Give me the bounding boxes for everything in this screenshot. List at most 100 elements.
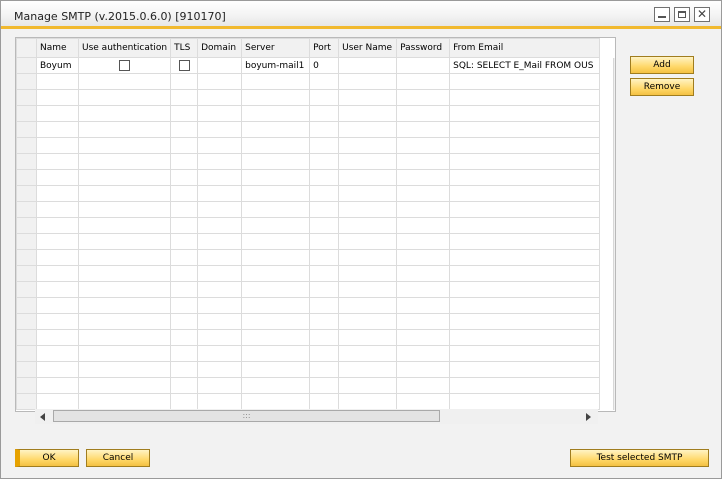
column-header-name[interactable]: Name [36, 38, 79, 58]
row-header[interactable] [16, 137, 37, 154]
empty-cell[interactable] [170, 265, 199, 282]
empty-row[interactable] [16, 105, 601, 122]
empty-cell[interactable] [36, 265, 79, 282]
empty-cell[interactable] [197, 329, 243, 346]
column-header-tls[interactable]: TLS [170, 38, 199, 58]
empty-cell[interactable] [309, 201, 340, 218]
empty-cell[interactable] [36, 233, 79, 250]
empty-cell[interactable] [77, 185, 172, 202]
empty-cell[interactable] [396, 217, 451, 234]
empty-cell[interactable] [338, 73, 398, 90]
empty-cell[interactable] [36, 89, 79, 106]
empty-cell[interactable] [449, 169, 601, 186]
empty-cell[interactable] [197, 281, 243, 298]
empty-cell[interactable] [36, 393, 79, 410]
row-header[interactable] [16, 185, 37, 202]
empty-cell[interactable] [309, 121, 340, 138]
empty-cell[interactable] [241, 297, 311, 314]
empty-cell[interactable] [241, 105, 311, 122]
empty-cell[interactable] [36, 105, 79, 122]
empty-cell[interactable] [77, 153, 172, 170]
empty-cell[interactable] [309, 345, 340, 362]
empty-cell[interactable] [77, 361, 172, 378]
empty-cell[interactable] [241, 169, 311, 186]
empty-cell[interactable] [309, 105, 340, 122]
empty-cell[interactable] [396, 329, 451, 346]
empty-cell[interactable] [197, 217, 243, 234]
empty-row[interactable] [16, 153, 601, 170]
remove-button[interactable]: Remove [630, 78, 694, 96]
empty-cell[interactable] [338, 265, 398, 282]
empty-cell[interactable] [449, 233, 601, 250]
empty-cell[interactable] [241, 153, 311, 170]
empty-cell[interactable] [77, 89, 172, 106]
empty-cell[interactable] [241, 377, 311, 394]
empty-cell[interactable] [241, 281, 311, 298]
empty-cell[interactable] [77, 201, 172, 218]
empty-cell[interactable] [338, 233, 398, 250]
empty-cell[interactable] [396, 73, 451, 90]
empty-cell[interactable] [170, 345, 199, 362]
empty-cell[interactable] [77, 345, 172, 362]
empty-cell[interactable] [338, 89, 398, 106]
empty-cell[interactable] [197, 89, 243, 106]
empty-cell[interactable] [396, 393, 451, 410]
empty-row[interactable] [16, 201, 601, 218]
empty-row[interactable] [16, 89, 601, 106]
empty-cell[interactable] [77, 377, 172, 394]
row-header[interactable] [16, 217, 37, 234]
empty-cell[interactable] [309, 233, 340, 250]
empty-cell[interactable] [77, 105, 172, 122]
empty-cell[interactable] [338, 329, 398, 346]
ok-button[interactable]: OK [15, 449, 79, 467]
cell-name[interactable]: Boyum [36, 57, 79, 74]
empty-cell[interactable] [36, 121, 79, 138]
empty-cell[interactable] [309, 297, 340, 314]
empty-cell[interactable] [449, 361, 601, 378]
empty-row[interactable] [16, 393, 601, 410]
empty-cell[interactable] [170, 185, 199, 202]
empty-cell[interactable] [36, 185, 79, 202]
empty-cell[interactable] [170, 313, 199, 330]
empty-cell[interactable] [170, 361, 199, 378]
empty-cell[interactable] [309, 217, 340, 234]
empty-cell[interactable] [309, 137, 340, 154]
empty-cell[interactable] [197, 233, 243, 250]
empty-cell[interactable] [309, 377, 340, 394]
use-authentication-checkbox[interactable] [119, 60, 131, 71]
empty-cell[interactable] [170, 105, 199, 122]
column-header-password[interactable]: Password [396, 38, 451, 58]
empty-cell[interactable] [396, 249, 451, 266]
row-header[interactable] [16, 345, 37, 362]
empty-cell[interactable] [338, 281, 398, 298]
cancel-button[interactable]: Cancel [86, 449, 150, 467]
empty-cell[interactable] [396, 121, 451, 138]
empty-cell[interactable] [396, 361, 451, 378]
empty-cell[interactable] [77, 121, 172, 138]
empty-cell[interactable] [396, 233, 451, 250]
empty-row[interactable] [16, 361, 601, 378]
row-header[interactable] [16, 361, 37, 378]
empty-cell[interactable] [197, 265, 243, 282]
empty-cell[interactable] [197, 361, 243, 378]
row-header[interactable] [16, 313, 37, 330]
column-header-server[interactable]: Server [241, 38, 311, 58]
empty-row[interactable] [16, 217, 601, 234]
empty-cell[interactable] [396, 105, 451, 122]
empty-cell[interactable] [449, 281, 601, 298]
empty-cell[interactable] [170, 217, 199, 234]
cell-domain[interactable] [197, 57, 243, 74]
empty-cell[interactable] [77, 313, 172, 330]
empty-cell[interactable] [449, 89, 601, 106]
empty-cell[interactable] [338, 249, 398, 266]
empty-cell[interactable] [77, 73, 172, 90]
empty-row[interactable] [16, 73, 601, 90]
empty-cell[interactable] [449, 217, 601, 234]
row-header[interactable] [16, 249, 37, 266]
close-icon[interactable]: ✕ [694, 7, 710, 22]
row-header[interactable] [16, 201, 37, 218]
empty-cell[interactable] [449, 153, 601, 170]
empty-cell[interactable] [36, 329, 79, 346]
row-header[interactable] [16, 265, 37, 282]
maximize-icon[interactable] [674, 7, 690, 22]
